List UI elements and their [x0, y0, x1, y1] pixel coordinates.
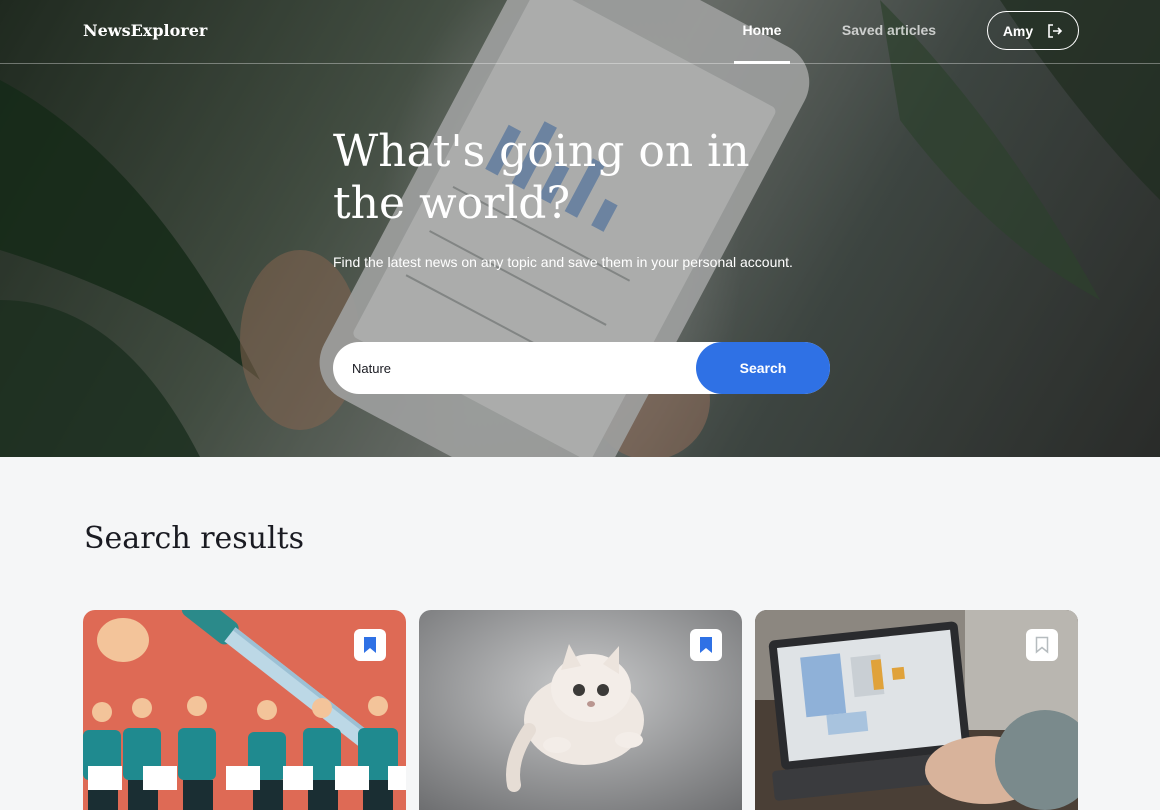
hero-subtitle: Find the latest news on any topic and sa…: [333, 254, 793, 270]
bookmark-filled-icon: [700, 637, 712, 653]
nav-home[interactable]: Home: [734, 0, 790, 64]
results-title: Search results: [84, 521, 305, 556]
bookmark-button[interactable]: [690, 629, 722, 661]
bookmark-button[interactable]: [1026, 629, 1058, 661]
user-name: Amy: [1002, 22, 1034, 39]
bookmark-button[interactable]: [354, 629, 386, 661]
search-input[interactable]: [352, 342, 692, 394]
bookmark-filled-icon: [364, 637, 376, 653]
news-card[interactable]: [83, 610, 406, 810]
search-form: Search: [333, 342, 830, 394]
hero-title: What's going on in the world?: [333, 126, 750, 229]
search-results-section: Search results: [0, 457, 1160, 810]
nav-saved-articles[interactable]: Saved articles: [836, 0, 942, 64]
news-card[interactable]: [755, 610, 1078, 810]
hero-section: NewsExplorer Home Saved articles Amy Wha…: [0, 0, 1160, 457]
logout-icon: [1048, 23, 1063, 38]
site-logo[interactable]: NewsExplorer: [83, 21, 207, 40]
news-card[interactable]: [419, 610, 742, 810]
search-button[interactable]: Search: [696, 342, 830, 394]
user-logout-button[interactable]: Amy: [987, 11, 1079, 50]
bookmark-outline-icon: [1035, 636, 1049, 654]
site-header: NewsExplorer Home Saved articles Amy: [0, 0, 1160, 64]
